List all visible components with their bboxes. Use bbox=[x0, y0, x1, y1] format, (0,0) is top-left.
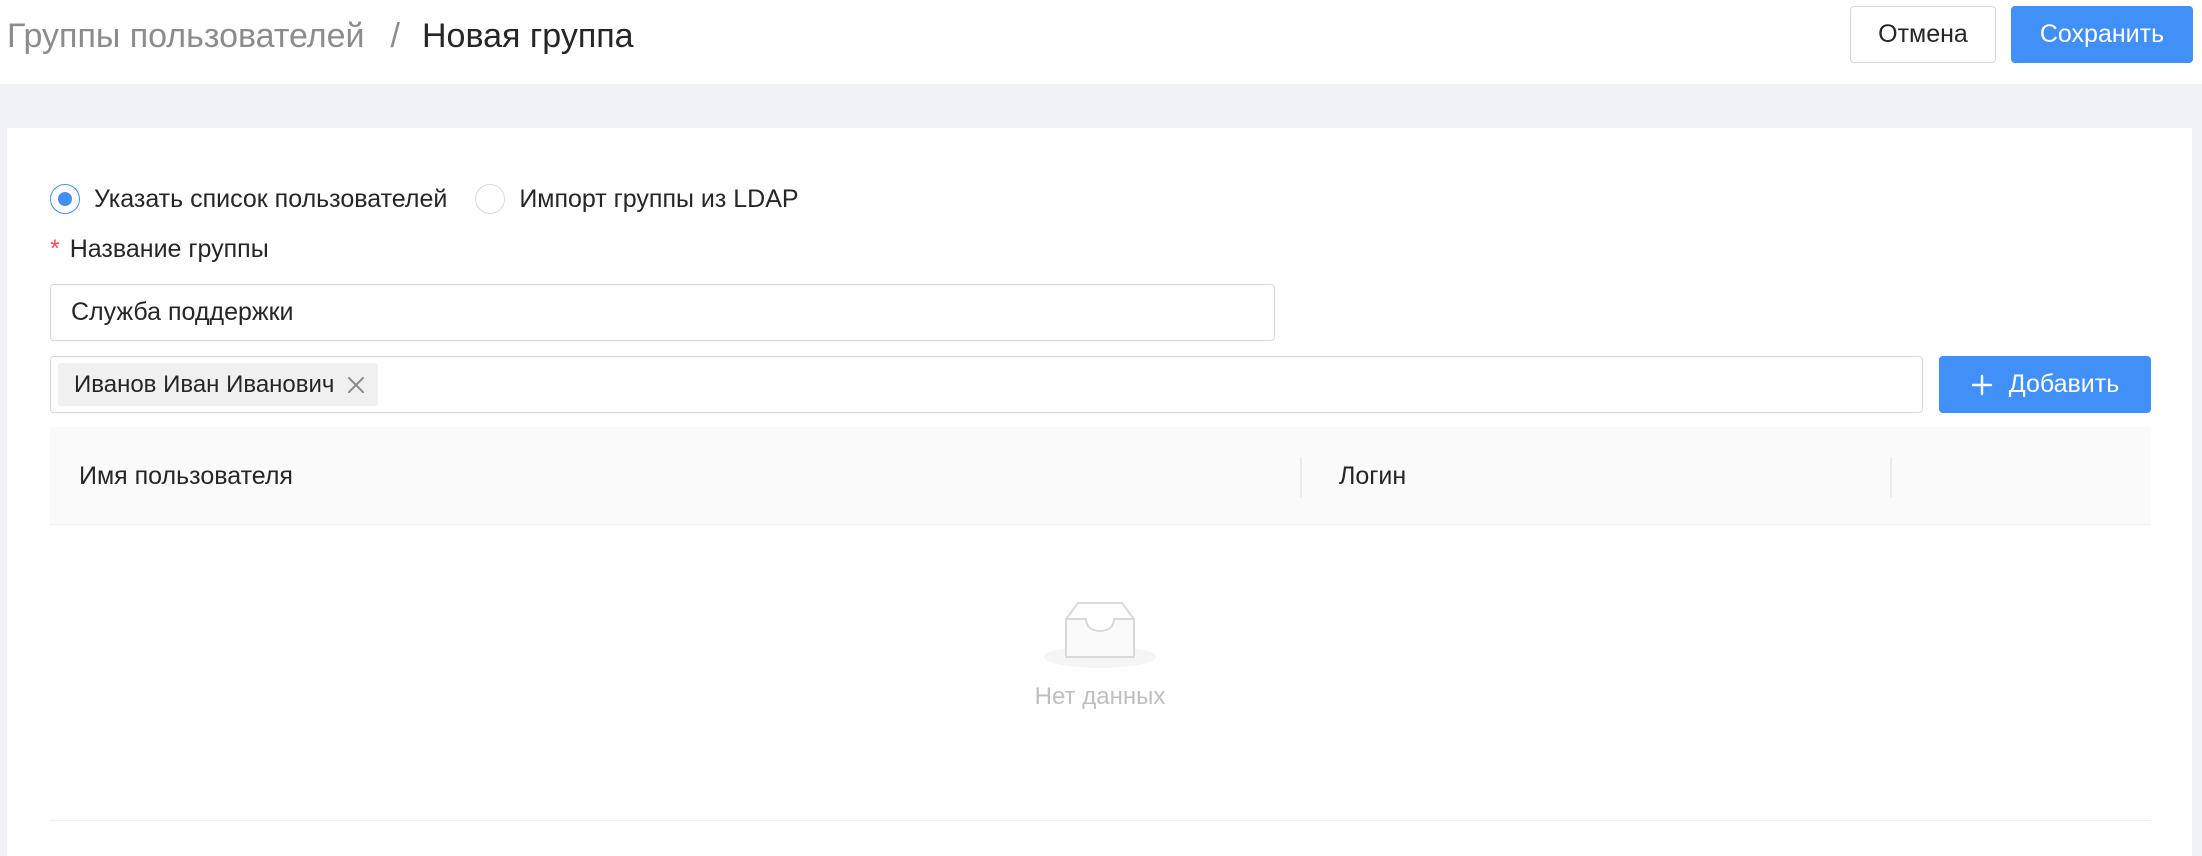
save-button[interactable]: Сохранить bbox=[2011, 6, 2193, 63]
radio-checked-icon bbox=[50, 184, 80, 214]
source-radio-group: Указать список пользователей Импорт груп… bbox=[50, 182, 799, 216]
radio-ldap-import-label: Импорт группы из LDAP bbox=[519, 184, 799, 213]
column-divider bbox=[1300, 457, 1302, 497]
table-header: Имя пользователя Логин bbox=[50, 427, 2151, 525]
radio-unchecked-icon bbox=[475, 184, 506, 214]
breadcrumb-separator: / bbox=[390, 17, 400, 55]
add-user-button[interactable]: Добавить bbox=[1939, 356, 2151, 413]
cancel-button-label: Отмена bbox=[1878, 20, 1968, 48]
group-name-input[interactable] bbox=[50, 284, 1275, 341]
add-user-button-label: Добавить bbox=[2008, 370, 2120, 398]
users-table: Имя пользователя Логин Нет данных bbox=[50, 427, 2151, 827]
radio-ldap-import[interactable]: Импорт группы из LDAP bbox=[475, 184, 799, 214]
table-divider bbox=[50, 820, 2151, 821]
empty-state-text: Нет данных bbox=[1034, 683, 1166, 710]
column-divider bbox=[1890, 457, 1892, 497]
user-tag-label: Иванов Иван Иванович bbox=[74, 370, 335, 398]
user-tag: Иванов Иван Иванович bbox=[58, 363, 379, 406]
plus-icon bbox=[1971, 374, 1993, 396]
close-icon[interactable] bbox=[346, 375, 366, 395]
save-button-label: Сохранить bbox=[2039, 20, 2165, 48]
required-mark: * bbox=[50, 235, 60, 263]
group-name-label: * Название группы bbox=[50, 232, 269, 266]
cancel-button[interactable]: Отмена bbox=[1850, 6, 1996, 63]
breadcrumb: Группы пользователей / Новая группа bbox=[7, 14, 634, 58]
column-header-login[interactable]: Логин bbox=[1339, 427, 1406, 525]
radio-user-list-label: Указать список пользователей bbox=[94, 184, 448, 213]
empty-inbox-icon bbox=[1044, 602, 1156, 668]
page-title: Новая группа bbox=[421, 17, 634, 55]
radio-user-list[interactable]: Указать список пользователей bbox=[50, 184, 447, 214]
breadcrumb-link-user-groups[interactable]: Группы пользователей bbox=[7, 17, 365, 55]
empty-state: Нет данных bbox=[1000, 597, 1200, 711]
users-select[interactable]: Иванов Иван Иванович bbox=[50, 356, 1923, 413]
group-name-label-text: Название группы bbox=[69, 235, 269, 263]
column-header-username[interactable]: Имя пользователя bbox=[79, 427, 293, 525]
form-card: Указать список пользователей Импорт груп… bbox=[7, 128, 2192, 856]
page-header: Группы пользователей / Новая группа Отмена… bbox=[0, 0, 2202, 84]
